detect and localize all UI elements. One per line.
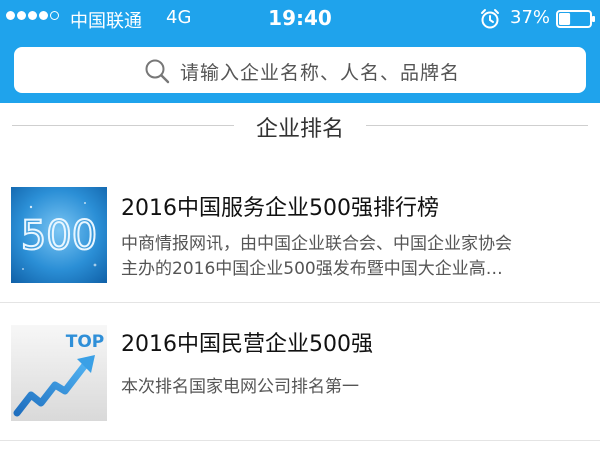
- item-title[interactable]: 2016中国民营企业500强: [121, 326, 373, 358]
- section-title: 企业排名: [255, 117, 344, 142]
- battery-percentage: 37%: [510, 7, 551, 28]
- item-description: 本次排名国家电网公司排名第一: [121, 375, 583, 400]
- list-divider: [0, 440, 600, 441]
- alarm-icon: [481, 9, 499, 29]
- search-placeholder: 请输入企业名称、人名、品牌名: [180, 62, 461, 84]
- divider-line: [366, 125, 588, 126]
- description-line: 本次排名国家电网公司排名第一: [121, 377, 359, 397]
- thumbnail-top: TOP: [11, 325, 107, 421]
- thumbnail-500: 500: [11, 187, 107, 283]
- ranking-list-item[interactable]: 500 2016中国服务企业500强排行榜 中商情报网讯，由中国企业联合会、中国…: [0, 176, 600, 302]
- status-bar: 中国联通 4G 19:40 37%: [0, 0, 600, 36]
- item-description: 中商情报网讯，由中国企业联合会、中国企业家协会 主办的2016中国企业500强发…: [121, 232, 583, 282]
- thumbnail-500-text: 500: [21, 213, 97, 259]
- search-icon: [145, 59, 170, 84]
- thumbnail-500-image: 500: [11, 187, 107, 283]
- description-line: 中商情报网讯，由中国企业联合会、中国企业家协会: [121, 234, 512, 254]
- search-input[interactable]: 请输入企业名称、人名、品牌名: [14, 47, 586, 93]
- item-title[interactable]: 2016中国服务企业500强排行榜: [121, 190, 439, 222]
- ranking-list-item[interactable]: TOP 2016中国民营企业500强 本次排名国家电网公司排名第一: [0, 303, 600, 441]
- thumbnail-top-text: TOP: [66, 332, 105, 352]
- header-bar: 中国联通 4G 19:40 37% 请输入企业名称、人名、品牌名: [0, 0, 600, 103]
- section-header: 企业排名: [0, 103, 600, 148]
- screen: 中国联通 4G 19:40 37% 请输入企业名称、人名、品牌名 企业排名 50…: [0, 0, 600, 450]
- battery-icon: [556, 10, 595, 28]
- thumbnail-top-image: TOP: [11, 325, 107, 421]
- description-line: 主办的2016中国企业500强发布暨中国大企业高…: [121, 259, 503, 279]
